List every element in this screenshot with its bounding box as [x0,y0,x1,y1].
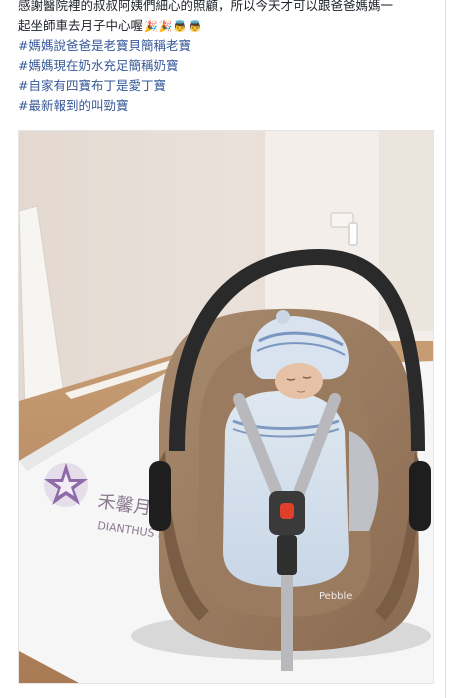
caption-line: 感謝醫院裡的叔叔阿姨們細心的照顧，所以今天才可以跟爸爸媽媽一 [18,0,394,13]
hat-pompom [276,310,290,324]
post-caption: 感謝醫院裡的叔叔阿姨們細心的照顧，所以今天才可以跟爸爸媽媽一 起坐師車去月子中心… [18,0,438,116]
buckle-release-button[interactable] [280,503,294,519]
hashtag-link[interactable]: #媽媽說爸爸是老寶貝簡稱老寶 [18,36,438,56]
handle-pivot-left [149,461,171,531]
thermometer [348,222,358,246]
post-photo[interactable]: 禾馨月 DIANTHUS MA Pebble [18,130,434,684]
baby-angel-emoji: 👼 [188,20,202,33]
post-divider [445,0,446,698]
crotch-strap [281,575,293,671]
handle-pivot-right [409,461,431,531]
baby-angel-emoji: 👼 [173,20,188,33]
hashtag-link[interactable]: #自家有四寶布丁是愛丁寶 [18,76,438,96]
facebook-post: 感謝醫院裡的叔叔阿姨們細心的照顧，所以今天才可以跟爸爸媽媽一 起坐師車去月子中心… [0,0,464,698]
hashtag-link[interactable]: #最新報到的叫勁寶 [18,96,438,116]
baby-face [275,363,323,399]
hashtag-link[interactable]: #媽媽現在奶水充足簡稱奶寶 [18,56,438,76]
caption-text: 起坐師車去月子中心喔 [18,18,144,33]
baby-car-seat-photo: 禾馨月 DIANTHUS MA Pebble [19,131,433,683]
crotch-pad [277,535,297,575]
party-popper-emoji: 🎉 [144,20,158,33]
caption-line-2: 起坐師車去月子中心喔🎉🎉👼👼 [18,16,438,36]
party-popper-emoji: 🎉 [158,20,173,33]
mat-brand-logo [44,463,88,507]
seat-brand-label: Pebble [319,591,352,602]
